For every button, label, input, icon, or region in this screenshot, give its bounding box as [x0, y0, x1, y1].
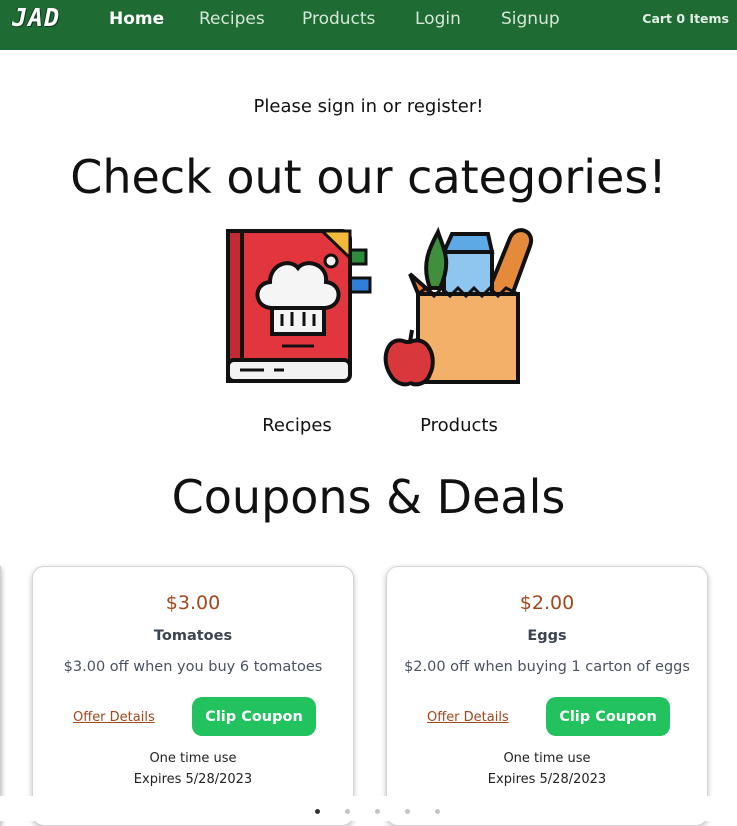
nav-link-products[interactable]: Products [302, 9, 375, 29]
nav-link-signup[interactable]: Signup [501, 9, 560, 29]
coupon-expiry: Expires 5/28/2023 [487, 772, 607, 787]
navbar: JAD Home Recipes Products Login Signup C… [0, 0, 737, 50]
coupon-expiry: Expires 5/28/2023 [133, 772, 253, 787]
carousel-dot[interactable] [405, 809, 410, 814]
carousel-dot[interactable] [435, 809, 440, 814]
carousel-dot[interactable] [375, 809, 380, 814]
coupon-price: $2.00 [519, 592, 575, 614]
coupon-price: $3.00 [165, 592, 221, 614]
coupon-usage: One time use [503, 751, 591, 766]
carousel-pagination [0, 796, 737, 821]
carousel-dot[interactable] [315, 809, 320, 814]
coupons-title: Coupons & Deals [171, 470, 566, 524]
category-label-recipes[interactable]: Recipes [247, 415, 347, 436]
coupon-usage: One time use [149, 751, 237, 766]
coupon-item-name: Eggs [527, 628, 567, 644]
recipe-book-icon[interactable] [224, 228, 374, 392]
coupon-description: $3.00 off when you buy 6 tomatoes [63, 659, 323, 675]
offer-details-link[interactable]: Offer Details [73, 710, 155, 725]
carousel-dot[interactable] [345, 809, 350, 814]
site-logo[interactable]: JAD [12, 3, 60, 32]
nav-link-login[interactable]: Login [415, 9, 461, 29]
clip-coupon-button[interactable]: Clip Coupon [546, 697, 670, 736]
signin-message: Please sign in or register! [253, 96, 484, 117]
nav-link-recipes[interactable]: Recipes [199, 9, 265, 29]
categories-title: Check out our categories! [70, 150, 667, 204]
coupon-description: $2.00 off when buying 1 carton of eggs [404, 659, 690, 675]
coupon-card: $2.00 Eggs $2.00 off when buying 1 carto… [386, 566, 708, 826]
coupon-item-name: Tomatoes [153, 628, 233, 644]
category-label-products[interactable]: Products [409, 415, 509, 436]
coupon-card-partial [0, 566, 1, 826]
offer-details-link[interactable]: Offer Details [427, 710, 509, 725]
cart-link[interactable]: Cart 0 Items [642, 11, 729, 26]
grocery-bag-icon[interactable] [380, 222, 540, 396]
nav-link-home[interactable]: Home [109, 9, 164, 29]
clip-coupon-button[interactable]: Clip Coupon [192, 697, 316, 736]
coupon-card: $3.00 Tomatoes $3.00 off when you buy 6 … [32, 566, 354, 826]
